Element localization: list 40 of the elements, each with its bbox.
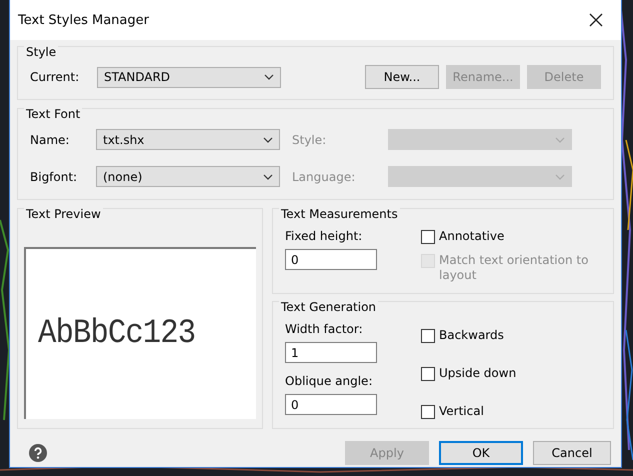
close-icon (589, 13, 603, 27)
field-label: Name: (30, 132, 70, 146)
checkbox[interactable] (421, 230, 435, 244)
group-title: Text Measurements (279, 207, 400, 221)
field-label: Fixed height: (285, 229, 364, 243)
dialog-button[interactable]: OK (439, 441, 523, 465)
dialog-button[interactable]: New... (365, 65, 439, 89)
window-title: Text Styles Manager (18, 12, 149, 28)
field-label: Oblique angle: (285, 374, 374, 388)
dropdown[interactable]: STANDARD (97, 66, 281, 88)
chevron-down-icon (555, 174, 565, 180)
group-title: Style (24, 45, 58, 59)
checkbox[interactable] (421, 367, 435, 381)
checkbox-label: Match text orientation to layout (439, 253, 590, 283)
field-label: Style: (292, 132, 328, 146)
group-title: Text Preview (24, 207, 103, 221)
dropdown[interactable]: txt.shx (96, 129, 280, 150)
chevron-down-icon (263, 136, 273, 142)
dialog-button[interactable]: Cancel (533, 441, 611, 465)
help-icon[interactable] (29, 444, 47, 462)
chevron-down-icon (263, 174, 273, 180)
chevron-down-icon (555, 136, 565, 142)
input-field[interactable]: 1 (285, 342, 377, 363)
field-label: Bigfont: (30, 170, 78, 184)
group-title: Text Font (24, 107, 82, 121)
chevron-down-icon (264, 74, 274, 80)
checkbox-label: Upside down (439, 366, 516, 381)
dropdown[interactable]: (none) (96, 166, 280, 187)
group-title: Text Generation (279, 300, 378, 314)
input-field[interactable]: 0 (285, 249, 377, 270)
preview-text: AbBbCc123 (38, 315, 196, 353)
checkbox-label: Backwards (439, 328, 504, 343)
field-label: Current: (30, 70, 80, 84)
checkbox[interactable] (421, 405, 435, 419)
field-label: Language: (292, 170, 356, 184)
input-field[interactable]: 0 (285, 394, 377, 415)
checkbox[interactable] (421, 329, 435, 343)
checkbox-label: Annotative (439, 229, 504, 244)
field-label: Width factor: (285, 322, 364, 336)
checkbox-label: Vertical (439, 404, 484, 419)
